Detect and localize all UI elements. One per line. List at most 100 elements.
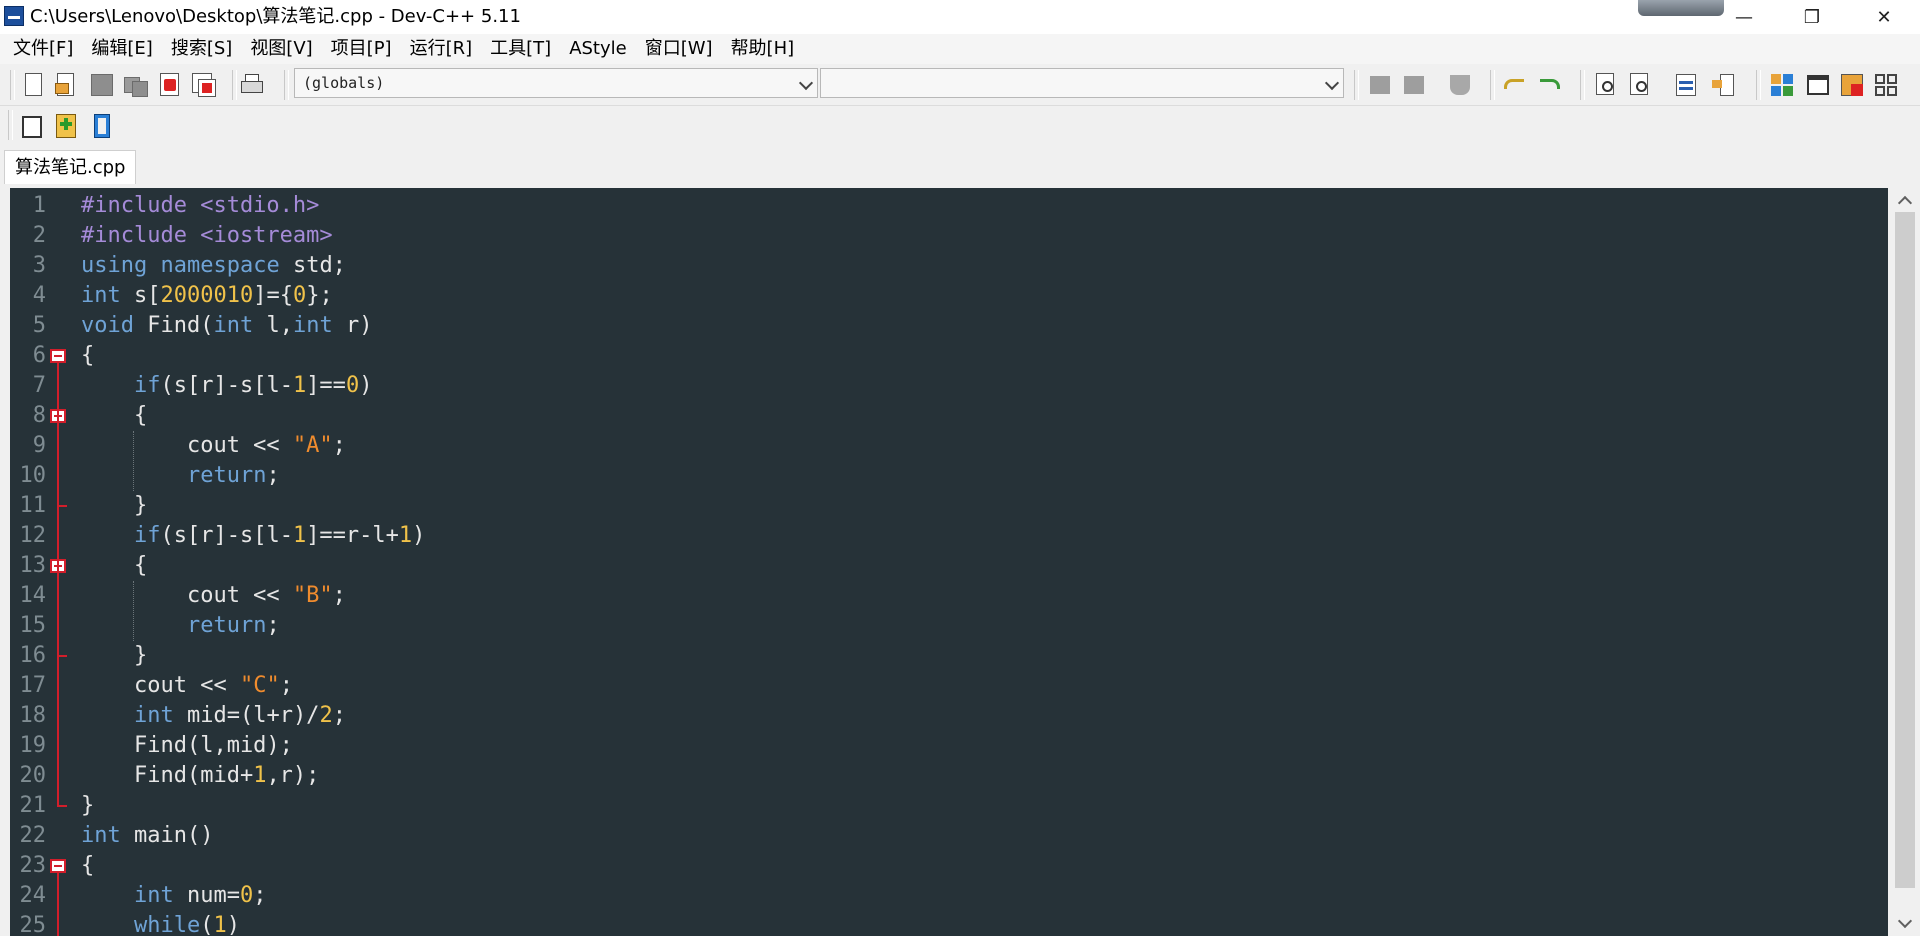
menu-run[interactable]: 运行[R] [401,34,482,64]
code-token: int [81,283,121,308]
close-icon[interactable] [156,71,184,99]
menu-file[interactable]: 文件[F] [4,34,82,64]
scroll-up-icon[interactable] [1897,195,1913,211]
line-number: 16 [19,643,47,668]
floating-widget[interactable] [1638,0,1724,16]
code-line[interactable]: 22 int main() [10,821,1888,851]
find-icon[interactable] [1592,71,1620,99]
close-window-button[interactable]: ✕ [1856,0,1912,34]
menu-project[interactable]: 项目[P] [322,34,401,64]
code-line[interactable]: 12 if(s[r]-s[l-1]==r-l+1) [10,521,1888,551]
menu-tools[interactable]: 工具[T] [481,34,560,64]
line-number: 4 [32,283,46,308]
new-file-icon[interactable] [20,71,48,99]
toolbar-separator [284,70,289,100]
globals-combo[interactable]: (globals) [294,68,818,98]
tile-icon[interactable] [1768,71,1796,99]
code-line[interactable]: 9 cout << "A"; [10,431,1888,461]
code-token: 0 [239,883,254,908]
code-line[interactable]: 2 #include <iostream> [10,221,1888,251]
code-line[interactable]: 6{ [10,341,1888,371]
code-line[interactable]: 1 #include <stdio.h> [10,191,1888,221]
code-text: { [81,341,94,371]
code-token: { [81,853,95,878]
line-number: 23 [19,853,47,878]
code-line[interactable]: 11 } [10,491,1888,521]
remove-from-project-icon[interactable] [88,112,116,140]
code-text: #include <stdio.h> [81,191,319,221]
save-icon[interactable] [88,71,116,99]
toggle-bookmark-icon[interactable] [1710,71,1738,99]
code-line[interactable]: 4 int s[2000010]={0}; [10,281,1888,311]
code-token: ]==r-l+ [306,523,399,548]
code-editor[interactable]: 1 #include <stdio.h> 2 #include <iostream> 3… [10,188,1888,936]
line-number: 25 [19,913,47,936]
menu-edit[interactable]: 编辑[E] [82,34,161,64]
fold-collapse-icon[interactable] [50,349,66,363]
code-token: 2000010 [160,283,254,308]
code-line[interactable]: 17 cout << "C"; [10,671,1888,701]
file-tab[interactable]: 算法笔记.cpp [4,150,137,184]
color-icon[interactable] [1838,71,1866,99]
code-line[interactable]: 24 int num=0; [10,881,1888,911]
toggle-comment-icon[interactable] [1446,71,1474,99]
code-line[interactable]: 15 return; [10,611,1888,641]
grid-icon[interactable] [1872,71,1900,99]
code-token: (s[r]-s[l- [160,373,293,398]
window-icon[interactable] [1804,71,1832,99]
code-line[interactable]: 18 int mid=(l+r)/2; [10,701,1888,731]
new-project-icon[interactable] [18,112,46,140]
open-file-icon[interactable] [52,71,80,99]
code-line[interactable]: 16 } [10,641,1888,671]
code-line[interactable]: 19 Find(l,mid); [10,731,1888,761]
line-number: 21 [19,793,47,818]
line-number: 24 [19,883,47,908]
code-line[interactable]: 14 cout << "B"; [10,581,1888,611]
fold-collapse-icon[interactable] [50,859,66,873]
add-to-project-icon[interactable] [52,112,80,140]
unindent-icon[interactable] [1400,71,1428,99]
menu-astyle[interactable]: AStyle [560,34,636,64]
print-icon[interactable] [238,71,266,99]
redo-icon[interactable] [1536,71,1564,99]
code-line[interactable]: 8 { [10,401,1888,431]
code-line[interactable]: 5 void Find(int l,int r) [10,311,1888,341]
minimize-button[interactable]: — [1716,0,1772,34]
code-token: ) [359,373,373,398]
code-token: int [292,313,333,338]
code-line[interactable]: 20 Find(mid+1,r); [10,761,1888,791]
indent-icon[interactable] [1366,71,1394,99]
scroll-down-icon[interactable] [1897,913,1913,929]
replace-icon[interactable] [1626,71,1654,99]
close-all-icon[interactable] [190,71,218,99]
code-line[interactable]: 25 while(1) [10,911,1888,936]
fold-range-line [57,423,59,505]
code-line[interactable]: 21} [10,791,1888,821]
code-line[interactable]: 3 using namespace std; [10,251,1888,281]
maximize-button[interactable]: ❐ [1784,0,1840,34]
goto-line-icon[interactable] [1672,71,1700,99]
menu-help[interactable]: 帮助[H] [722,34,804,64]
code-line[interactable]: 13 { [10,551,1888,581]
save-all-icon[interactable] [122,71,150,99]
line-number: 2 [32,223,46,248]
code-line[interactable]: 7 if(s[r]-s[l-1]==0) [10,371,1888,401]
code-token: l, [253,313,293,338]
menu-view[interactable]: 视图[V] [241,34,321,64]
code-text: if(s[r]-s[l-1]==r-l+1) [81,521,425,551]
line-number: 19 [19,733,47,758]
functions-combo[interactable] [820,68,1344,98]
code-line[interactable]: 23 { [10,851,1888,881]
undo-icon[interactable] [1500,71,1528,99]
code-line[interactable]: 10 return; [10,461,1888,491]
code-token: cout << [81,583,293,608]
code-text: return; [81,461,280,491]
scrollbar-thumb[interactable] [1895,212,1915,888]
menu-search[interactable]: 搜索[S] [162,34,241,64]
globals-combo-value: (globals) [303,74,385,92]
vertical-scrollbar[interactable] [1890,188,1920,936]
menu-window[interactable]: 窗口[W] [636,34,722,64]
fold-end-marker [57,805,67,807]
